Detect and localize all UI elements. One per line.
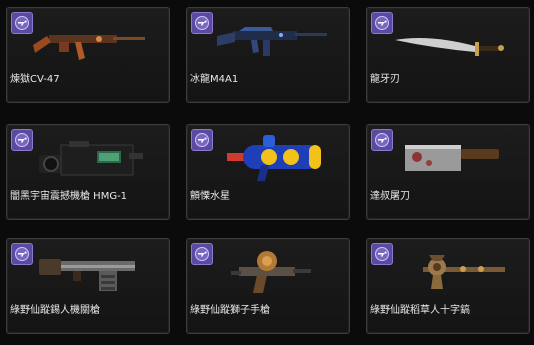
weapon-card[interactable]: 冰龍M4A1 [186, 7, 350, 103]
weapon-card[interactable]: 煉獄CV-47 [6, 7, 170, 103]
ak47-rifle-icon [29, 18, 153, 68]
weapon-name: 顫慄水星 [190, 191, 230, 202]
weapon-card[interactable]: 綠野仙蹤獅子手槍 [186, 238, 350, 334]
weapon-card[interactable]: 綠野仙蹤錫人機關槍 [6, 238, 170, 334]
m4a1-rifle-icon [209, 18, 333, 68]
weapon-name: 達叔屠刀 [370, 191, 410, 202]
weapon-card[interactable]: 闇黑宇宙震撼機槍 HMG-1 [6, 124, 170, 220]
weapon-name: 綠野仙蹤錫人機關槍 [10, 305, 100, 316]
weapon-name: 闇黑宇宙震撼機槍 HMG-1 [10, 191, 128, 202]
weapon-card[interactable]: 龍牙刃 [366, 7, 530, 103]
lion-pistol-icon [209, 249, 333, 299]
weapon-grid: 煉獄CV-47 冰龍M4A1 龍牙刃 闇黑宇宙震撼機槍 HMG-1 顫慄水星 達… [0, 0, 534, 345]
heavy-machine-gun-icon [29, 135, 153, 185]
dagger-icon [389, 18, 513, 68]
weapon-name: 冰龍M4A1 [190, 74, 239, 85]
weapon-name: 綠野仙蹤獅子手槍 [190, 305, 270, 316]
water-gun-icon [209, 135, 333, 185]
gatling-gun-icon [29, 249, 153, 299]
weapon-card[interactable]: 達叔屠刀 [366, 124, 530, 220]
weapon-name: 龍牙刃 [370, 74, 400, 85]
weapon-name: 煉獄CV-47 [10, 74, 60, 85]
weapon-name: 綠野仙蹤稻草人十字鎬 [370, 305, 470, 316]
cleaver-icon [389, 135, 513, 185]
pickaxe-icon [389, 249, 513, 299]
weapon-card[interactable]: 綠野仙蹤稻草人十字鎬 [366, 238, 530, 334]
weapon-card[interactable]: 顫慄水星 [186, 124, 350, 220]
